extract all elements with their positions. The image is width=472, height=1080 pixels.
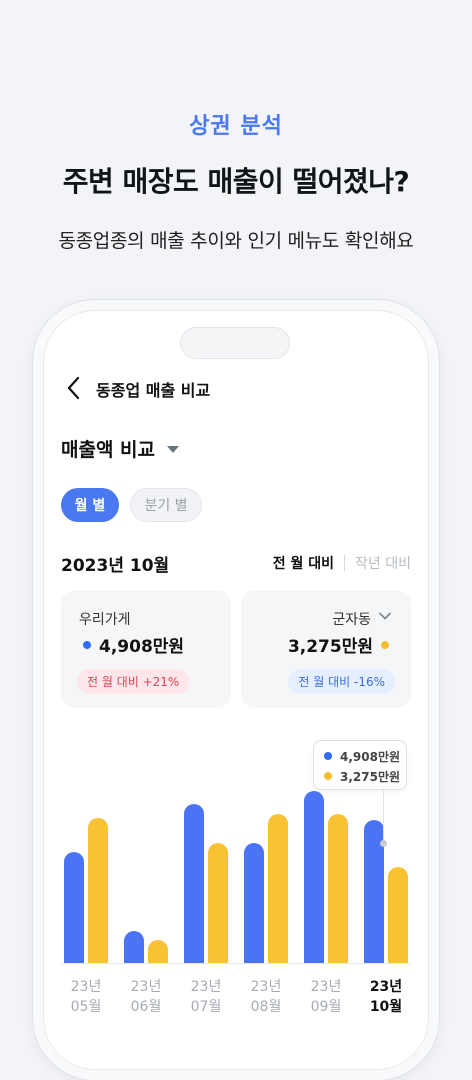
- compare-divider: [344, 555, 346, 571]
- tooltip-dot-blue: [324, 752, 332, 760]
- promo-subtitle: 동종업종의 매출 추이와 인기 메뉴도 확인해요: [58, 230, 414, 252]
- promo-title: 주변 매장도 매출이 떨어졌나?: [62, 165, 410, 198]
- region-value-row: 3,275만원: [288, 632, 389, 657]
- caret-down-icon: [167, 446, 180, 453]
- tooltip-dot-yellow: [324, 772, 332, 780]
- metric-select-dropdown[interactable]: 매출액 비교: [61, 435, 180, 462]
- chevron-down-icon[interactable]: [377, 608, 393, 624]
- region-value: 3,275만원: [287, 637, 373, 657]
- tooltip-row-my-store: 4,908만원: [324, 746, 406, 766]
- tooltip-value-my-store: 4,908만원: [340, 749, 401, 764]
- tooltip-pointer-line: [383, 790, 384, 842]
- compare-prev-year[interactable]: 작년 대비: [355, 553, 411, 573]
- dynamic-island: [180, 327, 290, 359]
- promo-eyebrow: 상권 분석: [189, 114, 283, 139]
- tooltip-pointer-dot: [380, 840, 387, 847]
- compare-toggle: 전 월 대비 작년 대비: [273, 553, 411, 573]
- my-store-name: 우리가게: [79, 612, 131, 628]
- my-store-value-row: 4,908만원: [83, 632, 184, 657]
- tooltip-value-region: 3,275만원: [340, 769, 401, 784]
- my-store-value: 4,908만원: [99, 637, 185, 657]
- my-store-card: 우리가게 4,908만원 전 월 대비 +21%: [61, 590, 231, 708]
- nav-title: 동종업 매출 비교: [96, 381, 211, 400]
- tab-quarterly[interactable]: 분기 별: [130, 488, 202, 522]
- metric-select-label: 매출액 비교: [61, 439, 156, 461]
- tooltip-row-region: 3,275만원: [324, 766, 406, 786]
- region-card: 군자동 3,275만원 전 월 대비 -16%: [241, 590, 411, 708]
- chart-tooltip: 4,908만원 3,275만원: [313, 740, 407, 790]
- region-change-badge: 전 월 대비 -16%: [288, 669, 395, 694]
- chevron-left-icon: [67, 376, 80, 400]
- back-button[interactable]: [62, 374, 86, 402]
- my-store-change-badge: 전 월 대비 +21%: [77, 669, 190, 694]
- my-store-dot: [83, 640, 91, 649]
- current-date: 2023년 10월: [61, 556, 170, 576]
- region-name[interactable]: 군자동: [332, 609, 371, 629]
- compare-prev-month[interactable]: 전 월 대비: [273, 553, 334, 573]
- tab-monthly[interactable]: 월 별: [61, 488, 119, 522]
- region-dot: [381, 640, 389, 649]
